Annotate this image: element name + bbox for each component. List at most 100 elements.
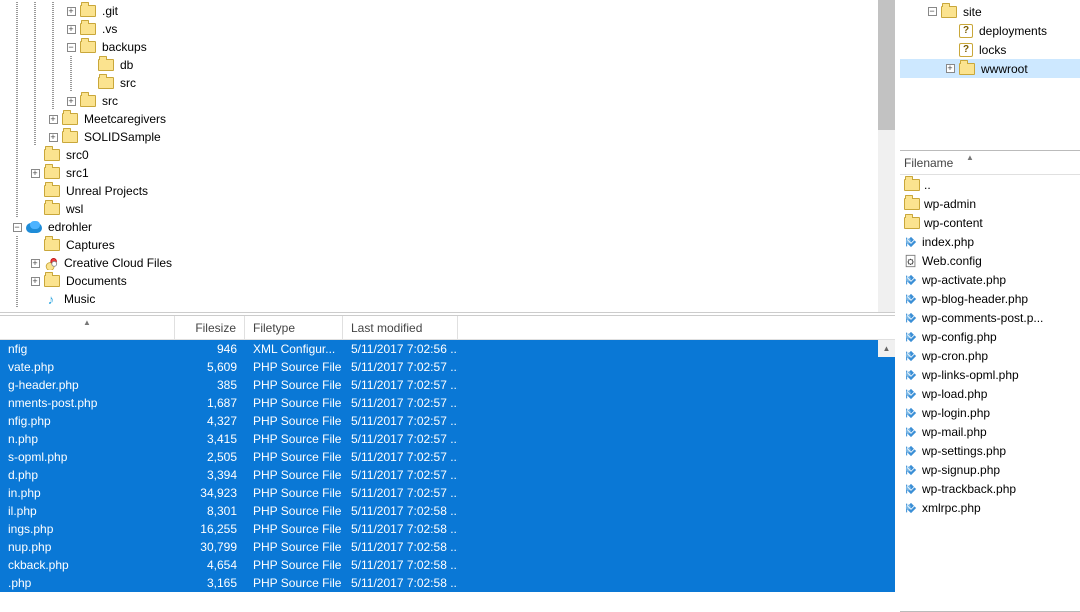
question-icon: ? xyxy=(959,24,973,38)
file-name-label: xmlrpc.php xyxy=(922,501,981,515)
file-row[interactable]: Web.config xyxy=(896,251,1080,270)
tree-row[interactable]: −edrohler xyxy=(0,218,895,236)
file-row[interactable]: ckback.php4,654PHP Source File5/11/2017 … xyxy=(0,556,895,574)
file-row[interactable]: in.php34,923PHP Source File5/11/2017 7:0… xyxy=(0,484,895,502)
file-date-cell: 5/11/2017 7:02:58 ... xyxy=(343,574,458,592)
tree-row[interactable]: +wwwroot xyxy=(895,59,1080,78)
file-row[interactable]: nfig946XML Configur...5/11/2017 7:02:56 … xyxy=(0,340,895,358)
tree-item-label: Music xyxy=(62,292,95,306)
file-name-label: wp-login.php xyxy=(922,406,990,420)
onedrive-icon xyxy=(26,221,42,233)
file-row[interactable]: n.php3,415PHP Source File5/11/2017 7:02:… xyxy=(0,430,895,448)
expand-toggle[interactable]: + xyxy=(26,272,44,290)
tree-row[interactable]: src0 xyxy=(0,146,895,164)
collapse-toggle[interactable]: − xyxy=(923,3,941,21)
file-row[interactable]: nfig.php4,327PHP Source File5/11/2017 7:… xyxy=(0,412,895,430)
file-name-label: wp-cron.php xyxy=(922,349,988,363)
tree-row[interactable]: db xyxy=(0,56,895,74)
file-row[interactable]: wp-trackback.php xyxy=(896,479,1080,498)
file-date-cell: 5/11/2017 7:02:57 ... xyxy=(343,394,458,412)
col-filetype[interactable]: Filetype xyxy=(245,316,343,339)
tree-row[interactable]: +Meetcaregivers xyxy=(0,110,895,128)
expand-toggle[interactable]: + xyxy=(62,20,80,38)
tree-row[interactable]: + SOLIDSample xyxy=(0,128,895,146)
remote-file-columns[interactable]: Filename ▲ xyxy=(896,151,1080,175)
expand-toggle[interactable]: + xyxy=(62,92,80,110)
remote-file-list[interactable]: ..wp-adminwp-contentindex.phpWeb.configw… xyxy=(896,175,1080,517)
vertical-splitter[interactable] xyxy=(895,0,900,612)
file-row[interactable]: wp-activate.php xyxy=(896,270,1080,289)
tree-row[interactable]: −backups xyxy=(0,38,895,56)
tree-row[interactable]: +Documents xyxy=(0,272,895,290)
tree-scroll-thumb[interactable] xyxy=(878,0,895,130)
tree-item-label: SOLIDSample xyxy=(82,130,161,144)
file-name-cell: in.php xyxy=(0,484,175,502)
tree-row[interactable]: ♪Music xyxy=(0,290,895,308)
file-row[interactable]: s-opml.php2,505PHP Source File5/11/2017 … xyxy=(0,448,895,466)
col-filesize[interactable]: Filesize xyxy=(175,316,245,339)
file-row[interactable]: wp-content xyxy=(896,213,1080,232)
expand-toggle[interactable]: + xyxy=(44,110,62,128)
file-row[interactable]: g-header.php385PHP Source File5/11/2017 … xyxy=(0,376,895,394)
file-name-label: wp-load.php xyxy=(922,387,987,401)
expand-toggle[interactable]: + xyxy=(26,164,44,182)
tree-row[interactable]: ?locks xyxy=(895,40,1080,59)
folder-icon xyxy=(44,167,60,179)
tree-row[interactable]: Unreal Projects xyxy=(0,182,895,200)
tree-row[interactable]: ?deployments xyxy=(895,21,1080,40)
file-type-cell: PHP Source File xyxy=(245,502,343,520)
tree-scrollbar-v[interactable] xyxy=(878,0,895,312)
file-size-cell: 2,505 xyxy=(175,448,245,466)
tree-row[interactable]: Captures xyxy=(0,236,895,254)
collapse-toggle[interactable]: − xyxy=(8,218,26,236)
file-row[interactable]: .. xyxy=(896,175,1080,194)
file-row[interactable]: wp-cron.php xyxy=(896,346,1080,365)
file-row[interactable]: index.php xyxy=(896,232,1080,251)
file-name-cell: nfig xyxy=(0,340,175,358)
tree-row[interactable]: +.git xyxy=(0,2,895,20)
remote-directory-tree[interactable]: −site?deployments?locks+wwwroot xyxy=(895,0,1080,78)
expand-toggle[interactable]: + xyxy=(44,128,62,146)
tree-row[interactable]: −site xyxy=(895,2,1080,21)
file-row[interactable]: nments-post.php1,687PHP Source File5/11/… xyxy=(0,394,895,412)
file-name-cell: vate.php xyxy=(0,358,175,376)
file-row[interactable]: il.php8,301PHP Source File5/11/2017 7:02… xyxy=(0,502,895,520)
tree-row[interactable]: +Creative Cloud Files xyxy=(0,254,895,272)
file-row[interactable]: wp-links-opml.php xyxy=(896,365,1080,384)
local-directory-tree[interactable]: +.git+.vs−backupsdbsrc+src+Meetcaregiver… xyxy=(0,0,895,308)
tree-item-label: Unreal Projects xyxy=(64,184,148,198)
file-name-label: wp-trackback.php xyxy=(922,482,1016,496)
tree-row[interactable]: +.vs xyxy=(0,20,895,38)
tree-row[interactable]: wsl xyxy=(0,200,895,218)
file-row[interactable]: wp-mail.php xyxy=(896,422,1080,441)
file-name-label: wp-config.php xyxy=(922,330,997,344)
file-row[interactable]: wp-config.php xyxy=(896,327,1080,346)
file-row[interactable]: vate.php5,609PHP Source File5/11/2017 7:… xyxy=(0,358,895,376)
tree-row[interactable]: src xyxy=(0,74,895,92)
file-row[interactable]: wp-signup.php xyxy=(896,460,1080,479)
file-row[interactable]: wp-login.php xyxy=(896,403,1080,422)
expand-toggle[interactable]: + xyxy=(26,254,44,272)
tree-row[interactable]: +src xyxy=(0,92,895,110)
tree-row[interactable]: +src1 xyxy=(0,164,895,182)
file-row[interactable]: wp-comments-post.p... xyxy=(896,308,1080,327)
file-row[interactable]: .php3,165PHP Source File5/11/2017 7:02:5… xyxy=(0,574,895,592)
file-row[interactable]: wp-settings.php xyxy=(896,441,1080,460)
collapse-toggle[interactable]: − xyxy=(62,38,80,56)
local-file-list[interactable]: ▲ nfig946XML Configur...5/11/2017 7:02:5… xyxy=(0,340,895,592)
file-row[interactable]: wp-blog-header.php xyxy=(896,289,1080,308)
col-lastmodified[interactable]: Last modified xyxy=(343,316,458,339)
col-filename[interactable]: ▲ xyxy=(0,316,175,339)
file-row[interactable]: ings.php16,255PHP Source File5/11/2017 7… xyxy=(0,520,895,538)
remote-tree-pane: −site?deployments?locks+wwwroot xyxy=(895,0,1080,150)
file-row[interactable]: wp-admin xyxy=(896,194,1080,213)
file-row[interactable]: d.php3,394PHP Source File5/11/2017 7:02:… xyxy=(0,466,895,484)
expand-toggle[interactable]: + xyxy=(62,2,80,20)
scroll-up-button[interactable]: ▲ xyxy=(878,340,895,357)
file-row[interactable]: wp-load.php xyxy=(896,384,1080,403)
local-file-columns[interactable]: ▲ Filesize Filetype Last modified xyxy=(0,316,895,340)
expand-toggle[interactable]: + xyxy=(941,60,959,78)
file-row[interactable]: nup.php30,799PHP Source File5/11/2017 7:… xyxy=(0,538,895,556)
file-row[interactable]: xmlrpc.php xyxy=(896,498,1080,517)
file-name-label: wp-links-opml.php xyxy=(922,368,1019,382)
